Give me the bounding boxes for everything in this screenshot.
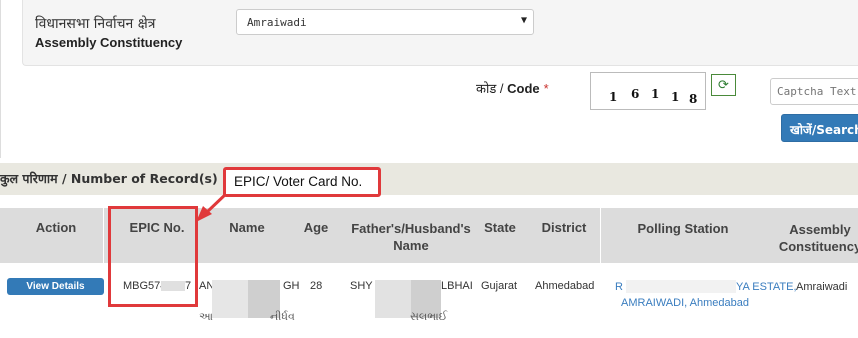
polling-station-link-line2[interactable]: AMRAIWADI, Ahmedabad — [621, 297, 749, 309]
view-details-button[interactable]: View Details — [7, 278, 104, 295]
header-age: Age — [303, 220, 329, 235]
constituency-label-english: Assembly Constituency — [35, 35, 183, 50]
captcha-input[interactable] — [770, 78, 858, 105]
name-redaction — [212, 280, 248, 318]
elector-name-end: GH — [283, 280, 300, 292]
father-name-start: SHY — [350, 280, 373, 292]
refresh-captcha-button[interactable]: ⟳ — [711, 74, 736, 96]
elector-name-gujarati-end: નીર્ધવ — [270, 311, 295, 323]
column-divider — [600, 208, 601, 263]
polling-station-redaction — [626, 280, 736, 293]
column-divider — [103, 208, 104, 263]
refresh-icon: ⟳ — [718, 77, 729, 92]
constituency-label-hindi: विधानसभा निर्वाचन क्षेत्र — [35, 16, 156, 32]
header-name: Name — [229, 220, 265, 235]
assembly-constituency-value: Amraiwadi — [796, 281, 848, 293]
captcha-code-label: कोड / Code * — [476, 81, 549, 96]
father-name-redaction — [375, 280, 411, 318]
father-name-end: LBHAI — [441, 280, 473, 292]
search-button[interactable]: खोजें/Search — [781, 114, 858, 142]
header-action: Action — [35, 220, 77, 235]
header-assembly-constituency: Assembly Constituency — [778, 222, 858, 254]
elector-district: Ahmedabad — [535, 280, 595, 292]
captcha-digit: 1 — [651, 87, 660, 101]
captcha-image: 1 6 1 1 8 — [590, 72, 706, 110]
polling-station-link-end[interactable]: YA ESTATE, — [736, 281, 797, 293]
captcha-digit: 1 — [671, 90, 680, 104]
epic-highlight-box — [108, 206, 198, 307]
father-name-gujarati: સલભાઈ — [410, 311, 448, 323]
constituency-select-value: Amraiwadi — [247, 16, 307, 29]
captcha-digit: 1 — [609, 90, 618, 104]
constituency-select[interactable]: Amraiwadi ▼ — [236, 9, 534, 35]
epic-callout-label: EPIC/ Voter Card No. — [223, 167, 381, 197]
elector-age: 28 — [310, 280, 323, 292]
required-marker: * — [543, 81, 549, 96]
captcha-digit: 8 — [689, 92, 698, 106]
record-count-label: कुल परिणाम / Number of Record(s) Fo — [0, 171, 239, 186]
captcha-digit: 6 — [631, 87, 640, 101]
elector-state: Gujarat — [481, 280, 518, 292]
header-district: District — [541, 220, 587, 235]
header-polling-station: Polling Station — [637, 221, 729, 236]
header-father-name: Father's/Husband's Name — [351, 221, 471, 253]
elector-name-gujarati-start: આ — [199, 311, 213, 323]
caret-down-icon: ▼ — [520, 15, 527, 26]
polling-station-link-start[interactable]: R — [615, 281, 623, 293]
header-state: State — [484, 220, 516, 235]
